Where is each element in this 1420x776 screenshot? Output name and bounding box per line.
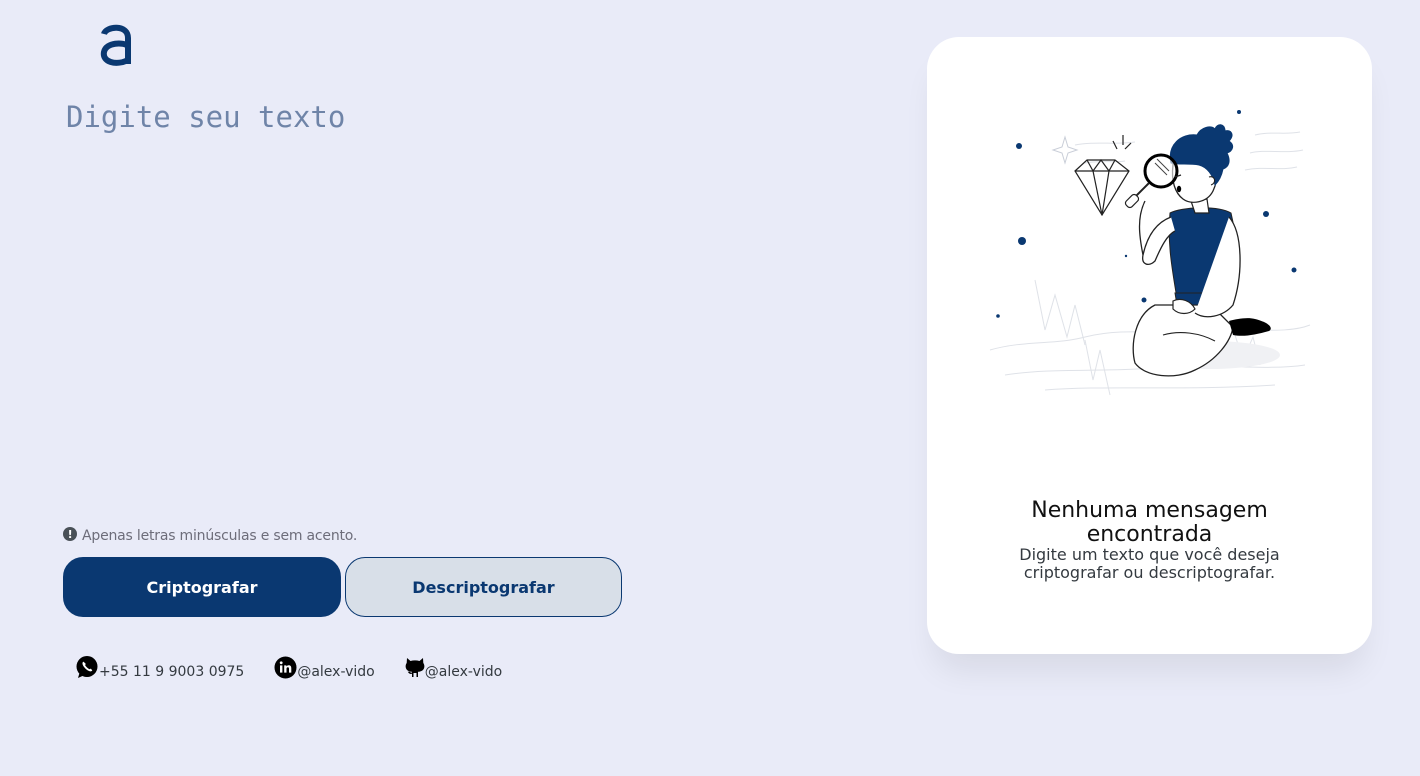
alura-a-logo-icon[interactable] — [96, 20, 136, 72]
empty-message-title: Nenhuma mensagem encontrada — [927, 499, 1372, 547]
whatsapp-contact-text: +55 11 9 9003 0975 — [99, 664, 245, 680]
encrypt-button[interactable]: Criptografar — [63, 557, 341, 617]
exclamation-circle-icon: ! — [63, 527, 77, 541]
message-input[interactable] — [62, 96, 830, 504]
output-panel: Nenhuma mensagem encontrada Digite um te… — [927, 37, 1372, 654]
linkedin-contact-text: @alex-vido — [297, 664, 375, 680]
github-icon — [405, 658, 425, 677]
person-with-magnifying-glass-illustration — [989, 110, 1311, 396]
app-page: ! Apenas letras minúsculas e sem acento.… — [0, 0, 1420, 776]
github-contact-text: @alex-vido — [424, 664, 503, 680]
linkedin-icon — [274, 656, 297, 679]
github-contact-link[interactable]: @alex-vido — [405, 655, 503, 680]
whatsapp-icon — [76, 656, 98, 678]
linkedin-contact-link[interactable]: @alex-vido — [274, 656, 375, 680]
whatsapp-contact-link[interactable]: +55 11 9 9003 0975 — [75, 655, 245, 680]
empty-message-title-text: Nenhuma mensagem encontrada — [1031, 498, 1268, 547]
decrypt-button[interactable]: Descriptografar — [345, 557, 622, 617]
empty-message-subtitle: Digite um texto que você deseja criptogr… — [927, 546, 1372, 582]
contact-links: +55 11 9 9003 0975 @alex-vido @alex-vido — [75, 655, 532, 680]
hint-text: Apenas letras minúsculas e sem acento. — [82, 528, 358, 544]
input-hint: ! Apenas letras minúsculas e sem acento. — [63, 527, 358, 544]
empty-message-subtitle-text: Digite um texto que você deseja criptogr… — [1019, 545, 1280, 582]
